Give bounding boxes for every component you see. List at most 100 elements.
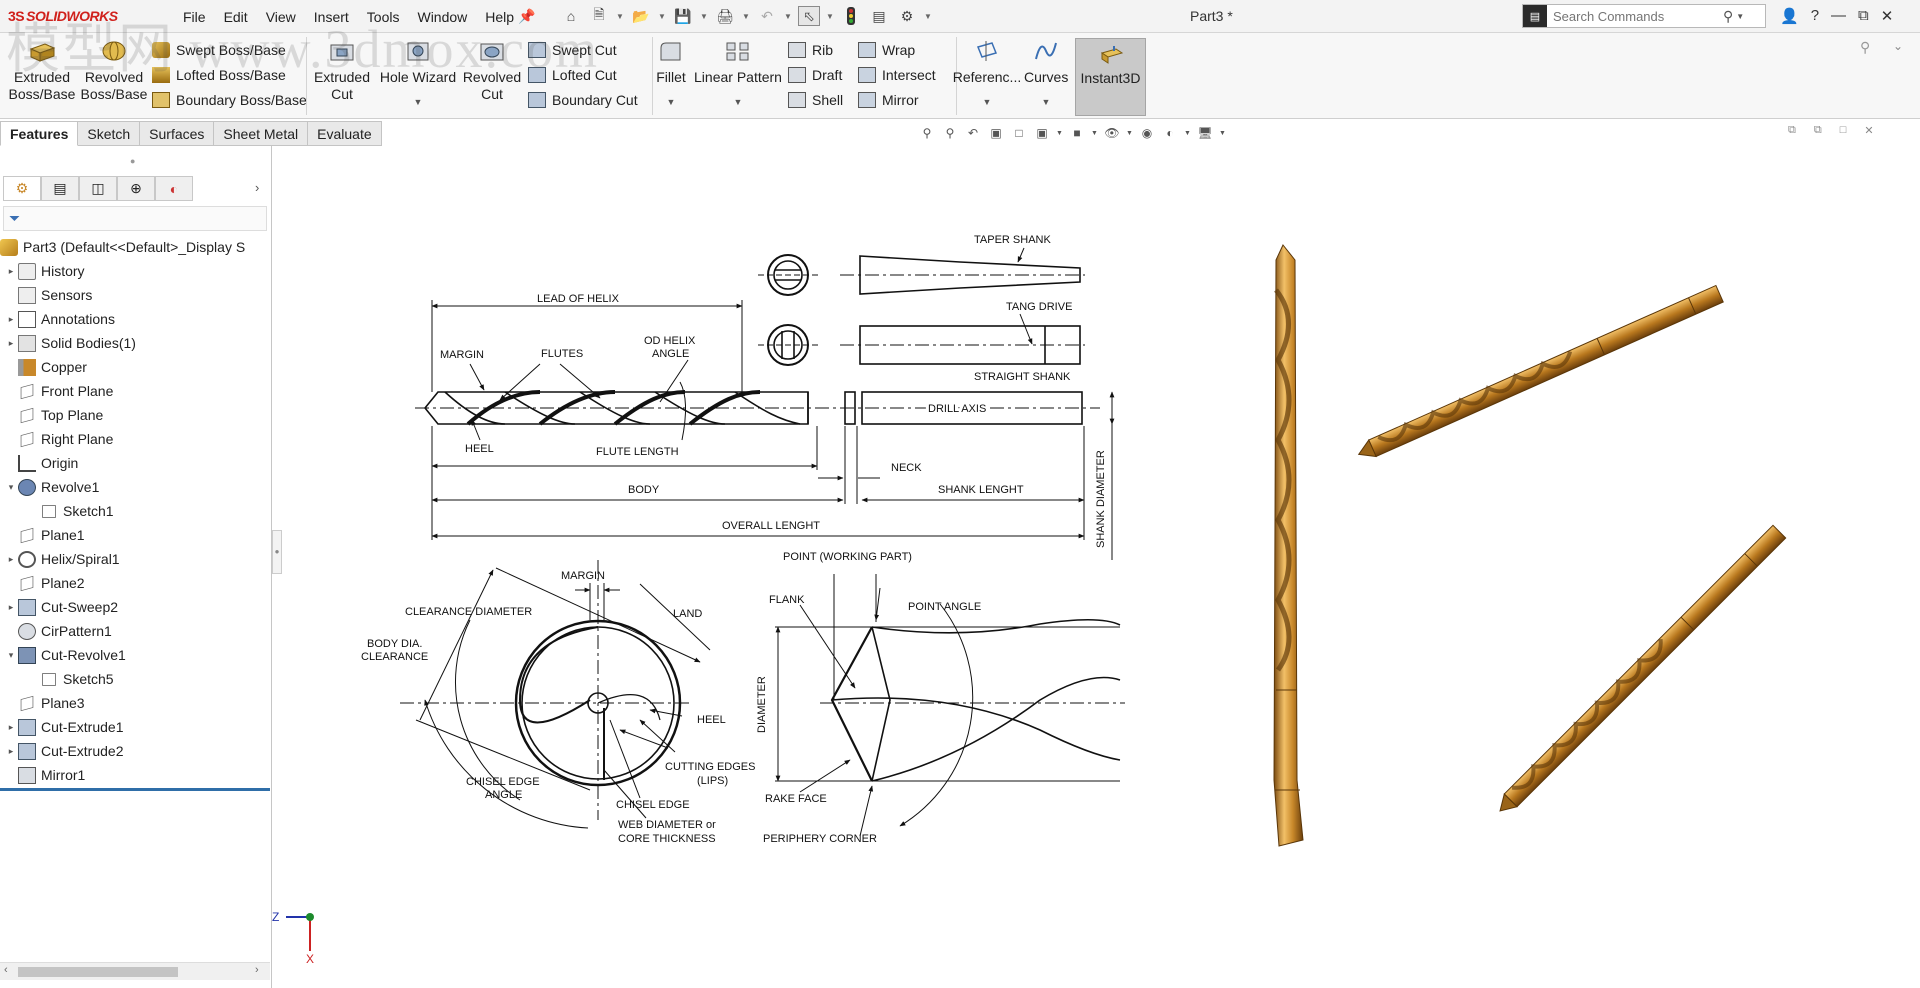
boundary-boss-button[interactable]: Boundary Boss/Base [152,92,307,108]
save-dropdown-icon[interactable]: ▼ [700,6,708,26]
open-dropdown-icon[interactable]: ▼ [658,6,666,26]
tree-item-cut-extrude1[interactable]: ▸ Cut-Extrude1 [0,715,272,739]
new-document-icon[interactable]: 🗎 [588,6,610,26]
search-commands-input[interactable] [1547,8,1717,24]
open-folder-icon[interactable]: 📂 [630,6,652,26]
tree-item-origin[interactable]: Origin [0,451,272,475]
lofted-cut-button[interactable]: Lofted Cut [528,67,617,83]
menu-window[interactable]: Window [417,9,467,25]
scroll-thumb[interactable] [18,967,178,977]
tree-item-cut-revolve1[interactable]: ▾ Cut-Revolve1 [0,643,272,667]
tree-item-right-plane[interactable]: Right Plane [0,427,272,451]
intersect-button[interactable]: Intersect [858,67,936,83]
toolbar-search-icon[interactable]: ⚲ [1860,39,1870,56]
hole-wizard-button[interactable]: Hole Wizard ▼ [378,39,458,111]
swept-cut-button[interactable]: Swept Cut [528,42,617,58]
search-commands-box[interactable]: ▤ ⚲ ▼ [1522,4,1766,28]
scene-dropdown-icon[interactable]: ▼ [1184,124,1191,142]
search-scope-icon[interactable]: ▤ [1523,5,1547,27]
panel-expand-arrow-icon[interactable]: › [255,180,259,195]
tree-item-sensors[interactable]: Sensors [0,283,272,307]
wrap-button[interactable]: Wrap [858,42,915,58]
tab-evaluate[interactable]: Evaluate [308,121,382,146]
tree-item-annotations[interactable]: ▸ Annotations [0,307,272,331]
collapse-toolbar-icon[interactable]: ⌄ [1893,39,1903,53]
graphics-area[interactable]: TAPER SHANK TANG DRIVE STRAIGHT SHANK LE… [272,146,1920,988]
save-icon[interactable]: 💾 [672,6,694,26]
view-orientation-icon[interactable]: ▣ [1033,124,1051,142]
expand-arrow-icon[interactable]: ▸ [4,338,18,349]
boundary-cut-button[interactable]: Boundary Cut [528,92,638,108]
rebuild-traffic-light-icon[interactable] [840,6,862,26]
tree-item-sketch5[interactable]: Sketch5 [0,667,272,691]
rollback-bar[interactable] [0,788,270,791]
swept-boss-button[interactable]: Swept Boss/Base [152,42,286,58]
help-icon[interactable]: ? [1811,7,1819,25]
lofted-boss-button[interactable]: Lofted Boss/Base [152,67,286,83]
options-gear-icon[interactable]: ⚙ [896,6,918,26]
linear-pattern-dropdown-icon[interactable]: ▼ [694,94,782,111]
expand-arrow-icon[interactable]: ▸ [4,554,18,565]
expand-arrow-icon[interactable]: ▸ [4,266,18,277]
extruded-boss-button[interactable]: Extruded Boss/Base [6,39,78,103]
tree-item-history[interactable]: ▸ History [0,259,272,283]
hide-show-dropdown-icon[interactable]: ▼ [1126,124,1133,142]
viewport-tile-icon[interactable]: ⧉ [1814,124,1822,137]
tree-item-cut-sweep2[interactable]: ▸ Cut-Sweep2 [0,595,272,619]
tree-item-copper[interactable]: Copper [0,355,272,379]
curves-button[interactable]: Curves ▼ [1024,39,1068,111]
print-dropdown-icon[interactable]: ▼ [742,6,750,26]
tab-sketch[interactable]: Sketch [78,121,141,146]
configuration-manager-tab[interactable]: ◫ [79,176,117,201]
tree-item-sketch1[interactable]: Sketch1 [0,499,272,523]
fillet-dropdown-icon[interactable]: ▼ [656,94,686,111]
shell-button[interactable]: Shell [788,92,843,108]
new-dropdown-icon[interactable]: ▼ [616,6,624,26]
menu-view[interactable]: View [266,9,296,25]
curves-dropdown-icon[interactable]: ▼ [1024,94,1068,111]
tree-filter-box[interactable]: ⏷ [3,206,267,231]
panel-grip[interactable]: ● [130,156,135,166]
panel-splitter[interactable]: ● [272,530,282,574]
apply-scene-icon[interactable]: ◐ [1161,124,1179,142]
collapse-arrow-icon[interactable]: ▾ [4,482,18,493]
tab-surfaces[interactable]: Surfaces [140,121,215,146]
expand-arrow-icon[interactable]: ▸ [4,746,18,757]
select-arrow-icon[interactable]: ⬁ [798,6,820,26]
tree-root-part[interactable]: Part3 (Default<<Default>_Display S [0,235,272,259]
tab-sheet-metal[interactable]: Sheet Metal [214,121,309,146]
search-icon[interactable]: ⚲ [1723,8,1733,25]
print-icon[interactable]: 🖨 [714,6,736,26]
tree-horizontal-scrollbar[interactable]: ‹ › [0,962,270,980]
tree-item-cut-extrude2[interactable]: ▸ Cut-Extrude2 [0,739,272,763]
zoom-to-fit-icon[interactable]: ⚲ [918,124,936,142]
menu-tools[interactable]: Tools [367,9,400,25]
revolved-cut-button[interactable]: Revolved Cut [462,39,522,103]
expand-arrow-icon[interactable]: ▸ [4,314,18,325]
viewport-close-icon[interactable]: ✕ [1864,124,1873,137]
tree-item-revolve1[interactable]: ▾ Revolve1 [0,475,272,499]
tree-item-plane1[interactable]: Plane1 [0,523,272,547]
edit-appearance-icon[interactable]: ◉ [1138,124,1156,142]
scroll-right-icon[interactable]: › [255,964,259,976]
tree-item-cirpattern1[interactable]: CirPattern1 [0,619,272,643]
menu-help[interactable]: Help [485,9,514,25]
reference-dropdown-icon[interactable]: ▼ [952,94,1022,111]
menu-insert[interactable]: Insert [314,9,349,25]
view-settings-icon[interactable]: 🖥 [1196,124,1214,142]
extruded-cut-button[interactable]: Extruded Cut [312,39,372,103]
pin-menu-icon[interactable]: 📌 [518,8,535,25]
tree-item-front-plane[interactable]: Front Plane [0,379,272,403]
dynamic-annotation-icon[interactable]: □ [1010,124,1028,142]
restore-icon[interactable]: ⧉ [1858,7,1869,25]
draft-button[interactable]: Draft [788,67,842,83]
menu-edit[interactable]: Edit [224,9,248,25]
tree-item-mirror1[interactable]: Mirror1 [0,763,272,787]
section-view-icon[interactable]: ▣ [987,124,1005,142]
tab-features[interactable]: Features [0,121,79,146]
tree-item-helix-spiral1[interactable]: ▸ Helix/Spiral1 [0,547,272,571]
undo-dropdown-icon[interactable]: ▼ [784,6,792,26]
viewport-restore-icon[interactable]: ⧉ [1788,124,1796,137]
tree-item-plane3[interactable]: Plane3 [0,691,272,715]
rib-button[interactable]: Rib [788,42,833,58]
